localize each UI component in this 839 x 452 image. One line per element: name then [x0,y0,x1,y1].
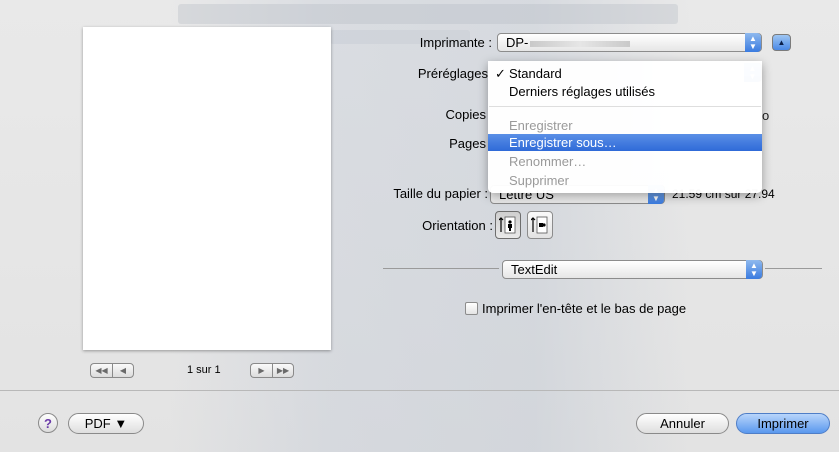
pages-label: Pages [449,136,486,151]
pdf-menu-button[interactable]: PDF ▼ [68,413,144,434]
orientation-label: Orientation : [422,218,493,233]
menu-item-label: Derniers réglages utilisés [509,84,655,99]
preview-nav-back-group: ◀◀ ◀ [90,363,134,378]
printer-label: Imprimante : [419,35,492,50]
app-section-popup[interactable]: TextEdit ▲ ▼ [502,260,763,279]
disclosure-triangle-icon[interactable]: ▲ [772,34,791,51]
landscape-icon [531,216,548,234]
preview-nav-forward-group: ▶ ▶▶ [250,363,294,378]
menu-item-delete: Supprimer [488,172,762,189]
page-count-label: 1 sur 1 [187,364,221,376]
portrait-button[interactable] [495,211,521,239]
print-dialog: ◀◀ ◀ 1 sur 1 ▶ ▶▶ Imprimante : DP- ▲ ▼ ▲ … [0,0,839,452]
first-page-button[interactable]: ◀◀ [90,363,112,378]
redacted-printer-name [530,40,631,47]
next-page-button[interactable]: ▶ [250,363,272,378]
print-button[interactable]: Imprimer [736,413,830,434]
popup-arrows-icon: ▲▼ [745,33,761,52]
header-footer-label[interactable]: Imprimer l'en-tête et le bas de page [482,301,686,316]
header-footer-checkbox[interactable] [465,302,478,315]
menu-item-save-as[interactable]: Enregistrer sous… [488,134,762,151]
menu-item-label: Standard [509,66,562,81]
portrait-icon [499,216,516,234]
menu-item-label: Enregistrer [509,118,573,133]
popup-arrows-icon: ▲▼ [746,260,762,279]
menu-item-label: Enregistrer sous… [509,135,617,150]
page-preview [83,27,331,350]
two-sided-label-fragment: o [762,108,770,123]
paper-size-label: Taille du papier : [393,186,488,201]
menu-item-label: Renommer… [509,154,587,169]
landscape-button[interactable] [527,211,553,239]
cancel-button[interactable]: Annuler [636,413,729,434]
menu-item-standard[interactable]: ✓ Standard [488,65,762,82]
previous-page-button[interactable]: ◀ [112,363,134,378]
menu-item-label: Supprimer [509,173,569,188]
help-button[interactable]: ? [38,413,58,433]
bottom-separator [0,390,839,391]
menu-separator [489,106,761,107]
checkmark-icon: ✓ [495,66,506,81]
printer-popup[interactable]: DP- ▲ ▼ [497,33,762,52]
printer-value: DP- [506,35,529,50]
menu-item-rename: Renommer… [488,153,762,170]
section-divider-right [765,268,822,269]
presets-label: Préréglages [417,66,488,81]
copies-label: Copies [445,107,486,122]
presets-menu: ✓ Standard Derniers réglages utilisés En… [488,61,762,193]
menu-item-last-used[interactable]: Derniers réglages utilisés [488,83,762,100]
app-section-value: TextEdit [511,262,558,277]
section-divider-left [383,268,499,269]
background-toolbar-blur [178,4,678,24]
last-page-button[interactable]: ▶▶ [272,363,294,378]
menu-item-save: Enregistrer [488,117,762,134]
